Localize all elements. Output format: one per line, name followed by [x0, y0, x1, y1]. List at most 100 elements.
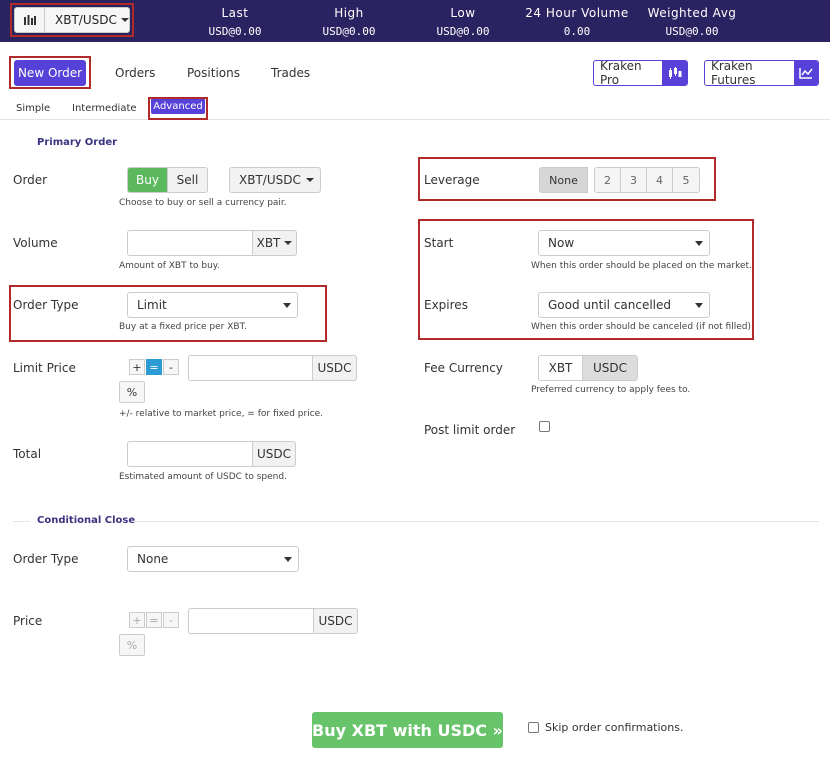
chevron-down-icon: [695, 241, 703, 246]
limit-price-unit: USDC: [313, 355, 357, 381]
start-select[interactable]: Now: [538, 230, 710, 256]
chevron-down-icon: [284, 241, 293, 245]
conditional-percent-button[interactable]: %: [119, 634, 145, 656]
post-limit-checkbox[interactable]: [539, 421, 550, 432]
divider: [13, 521, 30, 522]
fee-usdc-button[interactable]: USDC: [583, 356, 637, 380]
pair-selector-label: XBT/USDC: [55, 13, 117, 27]
expires-value: Good until cancelled: [548, 298, 672, 312]
leverage-3-button[interactable]: 3: [620, 167, 647, 193]
fee-currency-toggle: XBT USDC: [538, 355, 638, 381]
order-type-select[interactable]: Limit: [127, 292, 298, 318]
total-label: Total: [13, 447, 42, 461]
tab-advanced[interactable]: Advanced: [151, 98, 205, 114]
stat-label: Low: [450, 6, 476, 20]
stat-value: USD@0.00: [208, 25, 262, 38]
buy-sell-toggle: Buy Sell: [127, 167, 208, 193]
conditional-order-type-select[interactable]: None: [127, 546, 299, 572]
leverage-label: Leverage: [424, 173, 480, 187]
post-limit-label: Post limit order: [424, 423, 516, 437]
kraken-futures-label: Kraken Futures: [711, 60, 756, 86]
chevron-down-icon: [305, 178, 314, 182]
volume-help: Amount of XBT to buy.: [119, 261, 220, 271]
chart-bars-icon: [15, 8, 45, 32]
section-title-conditional: Conditional Close: [37, 515, 136, 526]
chevron-down-icon: [283, 303, 291, 308]
expires-help: When this order should be canceled (if n…: [531, 322, 754, 332]
percent-button[interactable]: %: [119, 381, 145, 403]
volume-label: Volume: [13, 236, 58, 250]
kraken-futures-button[interactable]: Kraken Futures: [704, 60, 819, 86]
section-title-primary: Primary Order: [37, 137, 118, 148]
conditional-price-unit: USDC: [314, 608, 358, 634]
sell-button[interactable]: Sell: [168, 168, 207, 192]
leverage-2-button[interactable]: 2: [594, 167, 621, 193]
divider: [133, 521, 819, 522]
conditional-equals-button[interactable]: =: [146, 612, 162, 628]
kraken-pro-label: Kraken Pro: [600, 60, 642, 86]
limit-price-input[interactable]: [188, 355, 313, 381]
chevron-down-icon: [284, 557, 292, 562]
stat-low: Low USD@0.00: [408, 6, 518, 38]
order-label: Order: [13, 173, 48, 187]
relative-minus-button[interactable]: -: [163, 359, 179, 375]
skip-confirm-label: Skip order confirmations.: [545, 721, 684, 734]
stat-value: USD@0.00: [665, 25, 719, 38]
tab-positions[interactable]: Positions: [187, 66, 240, 80]
start-label: Start: [424, 236, 454, 250]
pair-dropdown[interactable]: XBT/USDC: [229, 167, 321, 193]
stat-weighted-avg: Weighted Avg USD@0.00: [637, 6, 747, 38]
fee-currency-help: Preferred currency to apply fees to.: [531, 385, 691, 395]
tab-trades[interactable]: Trades: [271, 66, 310, 80]
fee-xbt-button[interactable]: XBT: [539, 356, 583, 380]
order-type-value: Limit: [137, 298, 167, 312]
conditional-order-type-value: None: [137, 552, 169, 566]
stat-label: Last: [221, 6, 249, 20]
expires-select[interactable]: Good until cancelled: [538, 292, 710, 318]
total-input[interactable]: [127, 441, 253, 467]
volume-unit-label: XBT: [256, 236, 281, 250]
conditional-order-type-label: Order Type: [13, 552, 79, 566]
total-unit: USDC: [253, 441, 296, 467]
stat-value: USD@0.00: [322, 25, 376, 38]
kraken-pro-button[interactable]: Kraken Pro: [593, 60, 688, 86]
order-mode-tabs: Simple Intermediate Advanced: [0, 96, 830, 120]
volume-input[interactable]: [127, 230, 253, 256]
leverage-5-button[interactable]: 5: [672, 167, 700, 193]
order-type-help: Buy at a fixed price per XBT.: [119, 322, 247, 332]
volume-unit-dropdown[interactable]: XBT: [253, 230, 297, 256]
stat-value: 0.00: [563, 25, 591, 38]
fixed-equals-button[interactable]: =: [146, 359, 162, 375]
stat-label: High: [334, 6, 364, 20]
order-help: Choose to buy or sell a currency pair.: [119, 198, 287, 208]
submit-order-button[interactable]: Buy XBT with USDC »: [312, 712, 503, 748]
chevron-down-icon: [120, 18, 129, 22]
stat-label: Weighted Avg: [647, 6, 737, 20]
market-header: XBT/USDC Last USD@0.00 High USD@0.00 Low…: [0, 0, 830, 42]
conditional-price-input[interactable]: [188, 608, 314, 634]
pair-selector[interactable]: XBT/USDC: [14, 7, 130, 33]
limit-price-help: +/- relative to market price, = for fixe…: [119, 409, 324, 419]
conditional-price-label: Price: [13, 614, 43, 628]
stat-label: 24 Hour Volume: [525, 6, 629, 20]
line-chart-icon: [794, 61, 818, 85]
expires-label: Expires: [424, 298, 468, 312]
order-type-label: Order Type: [13, 298, 79, 312]
stat-value: USD@0.00: [436, 25, 490, 38]
candlestick-icon: [662, 61, 687, 85]
stat-last: Last USD@0.00: [180, 6, 290, 38]
buy-button[interactable]: Buy: [128, 168, 168, 192]
leverage-4-button[interactable]: 4: [646, 167, 673, 193]
tab-new-order[interactable]: New Order: [14, 60, 86, 86]
stat-high: High USD@0.00: [294, 6, 404, 38]
conditional-minus-button[interactable]: -: [163, 612, 179, 628]
tab-intermediate[interactable]: Intermediate: [72, 103, 137, 114]
start-value: Now: [548, 236, 575, 250]
start-help: When this order should be placed on the …: [531, 261, 752, 271]
skip-confirm-checkbox[interactable]: [528, 722, 539, 733]
conditional-plus-button[interactable]: +: [129, 612, 145, 628]
leverage-none-button[interactable]: None: [539, 167, 588, 193]
tab-simple[interactable]: Simple: [16, 103, 50, 114]
tab-orders[interactable]: Orders: [115, 66, 155, 80]
relative-plus-button[interactable]: +: [129, 359, 145, 375]
